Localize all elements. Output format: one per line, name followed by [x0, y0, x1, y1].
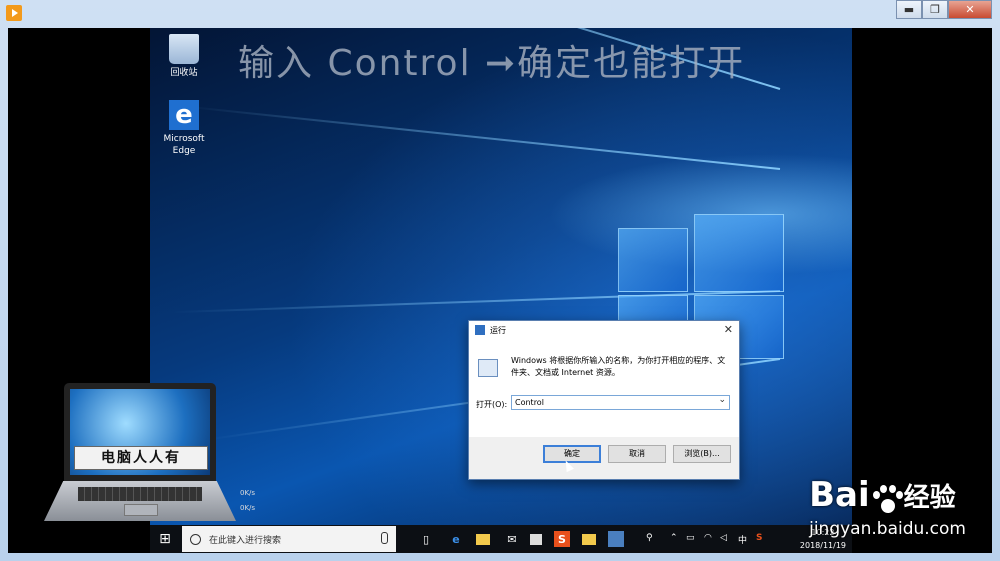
run-open-label: 打开(O):	[476, 400, 508, 409]
laptop-screen: 电脑人人有	[64, 383, 216, 481]
ok-button[interactable]: 确定	[543, 445, 601, 463]
run-command-input[interactable]: Control	[511, 394, 730, 410]
player-app-icon	[6, 5, 22, 21]
windows-logo-pane	[618, 228, 688, 292]
folder-icon[interactable]	[582, 534, 596, 545]
player-window: ▬ ❐ ✕ 输入 Control ➞确定也能打开 回收站 e Microsoft…	[0, 0, 1000, 561]
browse-button[interactable]: 浏览(B)...	[673, 445, 731, 463]
run-dialog-title: 运行	[490, 325, 506, 335]
clock-date: 2018/11/19	[799, 541, 846, 550]
edge-icon: e	[169, 100, 199, 130]
run-icon	[475, 325, 485, 335]
taskbar: ⊞ 在此键入进行搜索 ▯ e ✉ S ⚲ ⌃ ▭ ◠ ◁ 中 S 10:22 2…	[150, 525, 852, 553]
upload-speed: 0K/s	[240, 489, 256, 497]
desktop-icon-label: Edge	[172, 146, 196, 156]
mail-icon[interactable]: ✉	[504, 531, 520, 547]
baidu-brand-right: 经验	[903, 483, 956, 513]
desktop-icon-label: 回收站	[170, 68, 198, 78]
cortana-icon	[190, 533, 201, 545]
light-beam	[183, 105, 781, 170]
edge-taskbar-icon[interactable]: e	[448, 531, 464, 547]
desktop-icon-edge[interactable]: e Microsoft Edge	[159, 100, 209, 157]
cancel-button[interactable]: 取消	[608, 445, 666, 463]
windows-logo-pane	[694, 214, 784, 292]
sogou-tray-icon[interactable]: S	[756, 533, 762, 543]
run-description: Windows 将根据你所输入的名称，为你打开相应的程序、文件夹、文档或 Int…	[511, 356, 726, 377]
microphone-icon[interactable]	[381, 532, 388, 544]
sogou-icon[interactable]: S	[554, 531, 570, 547]
desktop-icon-label: Microsoft	[163, 134, 205, 144]
laptop-logo-watermark: 电脑人人有	[44, 383, 236, 523]
baidu-brand-left: Bai	[809, 475, 870, 515]
light-beam	[170, 290, 781, 314]
file-explorer-icon[interactable]	[476, 534, 490, 545]
baidu-jingyan-watermark: Bai 经验 jingyan.baidu.com	[809, 475, 966, 539]
task-view-icon[interactable]: ▯	[418, 531, 434, 547]
run-program-icon	[478, 359, 498, 377]
people-icon[interactable]: ⚲	[646, 533, 653, 543]
search-placeholder: 在此键入进行搜索	[209, 535, 282, 546]
ime-indicator[interactable]: 中	[738, 533, 747, 546]
show-hidden-icons-icon[interactable]: ⌃	[670, 533, 678, 543]
tutorial-caption: 输入 Control ➞确定也能打开	[238, 43, 746, 84]
network-icon[interactable]: ◠	[704, 533, 712, 543]
laptop-keyboard	[78, 487, 202, 501]
battery-icon[interactable]: ▭	[686, 533, 695, 543]
laptop-display: 电脑人人有	[70, 389, 210, 475]
desktop-icon-recycle-bin[interactable]: 回收站	[159, 34, 209, 79]
laptop-touchpad	[124, 504, 158, 516]
start-button[interactable]: ⊞	[150, 525, 180, 553]
run-dialog: 运行 ✕ Windows 将根据你所输入的名称，为你打开相应的程序、文件夹、文档…	[468, 320, 740, 480]
minimize-button[interactable]: ▬	[896, 0, 922, 19]
taskbar-search-box[interactable]: 在此键入进行搜索	[182, 526, 396, 552]
run-taskbar-icon[interactable]	[608, 531, 624, 547]
run-dialog-titlebar[interactable]: 运行	[469, 321, 739, 339]
video-area: 输入 Control ➞确定也能打开 回收站 e Microsoft Edge …	[8, 28, 992, 553]
run-close-button[interactable]: ✕	[724, 323, 733, 336]
baidu-paw-icon	[870, 484, 904, 519]
windows-desktop: 输入 Control ➞确定也能打开 回收站 e Microsoft Edge …	[150, 28, 852, 553]
baidu-url: jingyan.baidu.com	[809, 518, 966, 539]
window-controls: ▬ ❐ ✕	[896, 0, 992, 19]
maximize-button[interactable]: ❐	[922, 0, 948, 19]
download-speed: 0K/s	[240, 504, 256, 512]
recycle-bin-icon	[169, 34, 199, 64]
volume-icon[interactable]: ◁	[720, 533, 727, 543]
title-bar: ▬ ❐ ✕	[0, 0, 1000, 27]
close-button[interactable]: ✕	[948, 0, 992, 19]
store-icon[interactable]	[530, 534, 542, 545]
laptop-watermark-text: 电脑人人有	[74, 446, 208, 470]
